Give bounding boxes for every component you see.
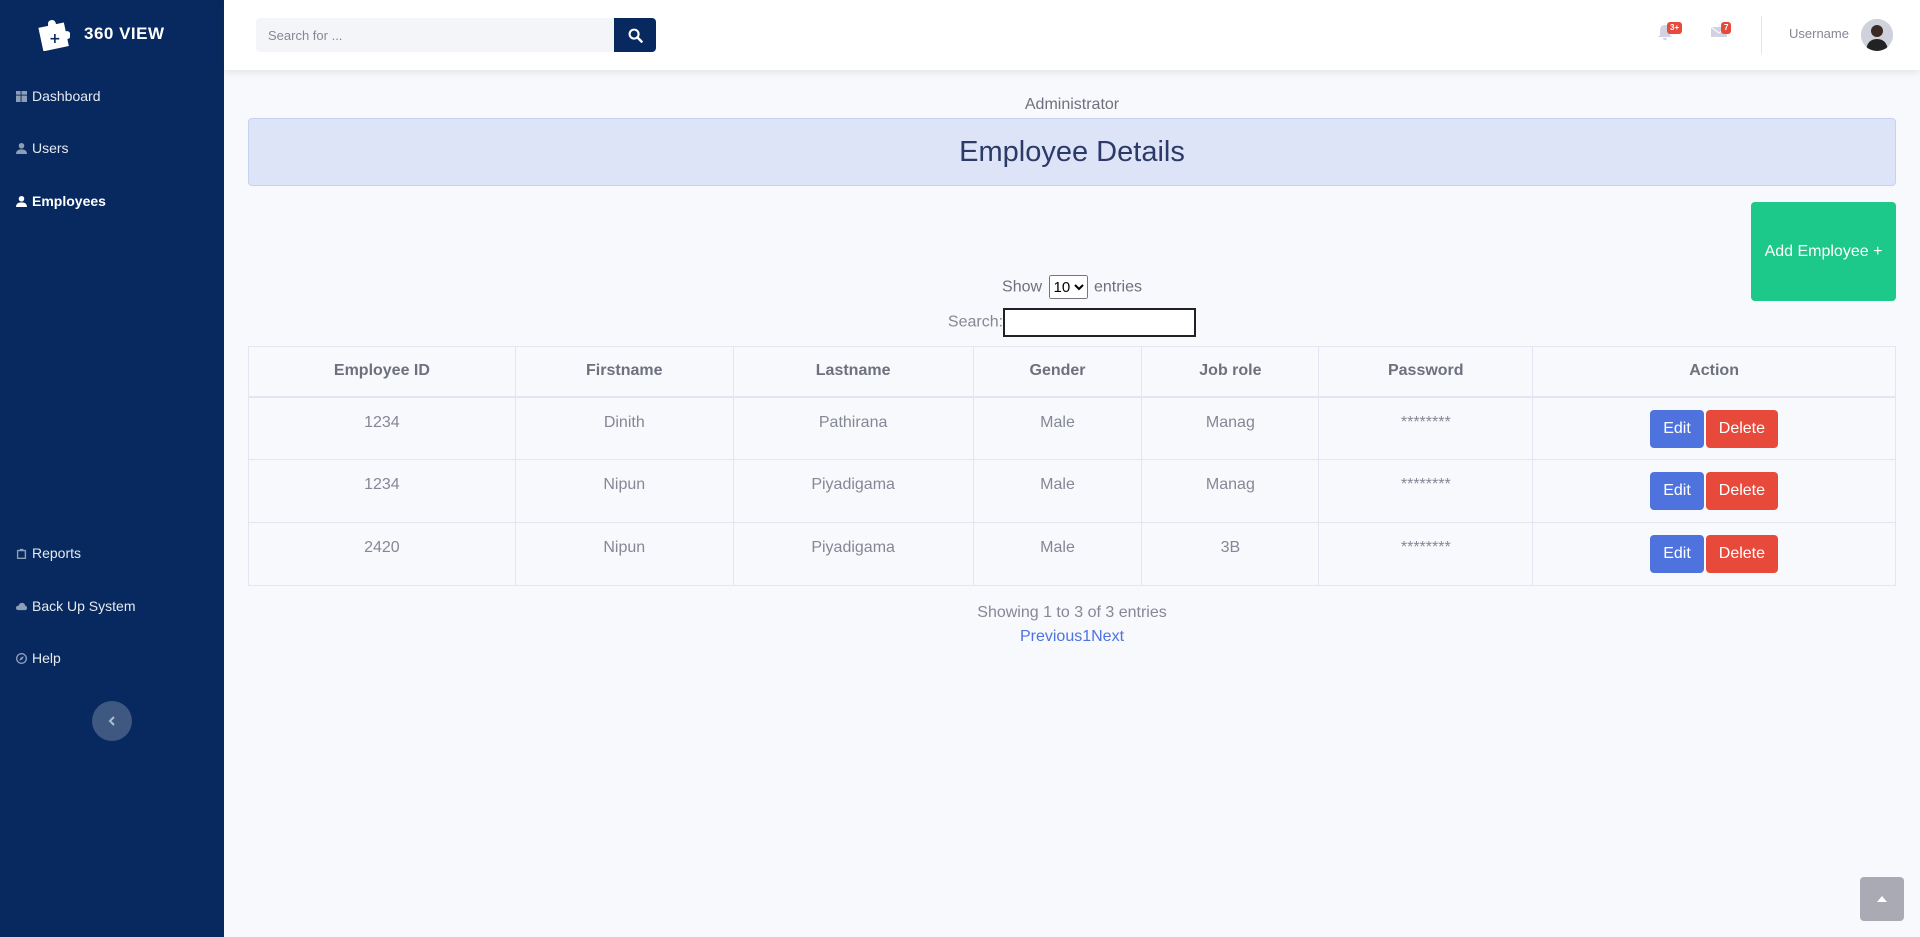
cell-firstname: Nipun: [514, 522, 734, 586]
sidebar-item-label: Reports: [32, 545, 82, 561]
sidebar: + 360 VIEW Dashboard Users Employees Rep…: [0, 0, 224, 937]
cell-action: Edit Delete: [1532, 522, 1896, 586]
pagination-next[interactable]: Next: [1091, 628, 1124, 645]
pagination-page-1[interactable]: 1: [1082, 628, 1091, 645]
cell-lastname: Piyadigama: [732, 459, 974, 523]
brand-name: 360 VIEW: [84, 24, 165, 43]
search-icon: [628, 28, 643, 43]
table-search-input[interactable]: [1003, 308, 1197, 337]
delete-button[interactable]: Delete: [1705, 409, 1779, 448]
avatar-image: [1861, 19, 1893, 51]
svg-text:+: +: [49, 31, 61, 47]
column-header-employee-id[interactable]: Employee ID: [248, 346, 516, 398]
cell-job-role: 3B: [1141, 522, 1320, 586]
cell-password: ********: [1318, 459, 1534, 523]
cell-password: ********: [1318, 396, 1534, 460]
sidebar-item-help[interactable]: Help: [16, 650, 61, 666]
delete-button[interactable]: Delete: [1705, 535, 1779, 573]
cell-employee-id: 1234: [248, 459, 516, 523]
chevron-up-icon: [1877, 896, 1887, 902]
scroll-to-top-button[interactable]: [1860, 877, 1904, 921]
table-search-label: Search:: [947, 313, 1004, 331]
sidebar-item-dashboard[interactable]: Dashboard: [16, 88, 101, 104]
column-header-action: Action: [1532, 346, 1896, 398]
brand[interactable]: + 360 VIEW: [36, 14, 165, 54]
delete-button[interactable]: Delete: [1705, 472, 1779, 510]
cell-password: ********: [1318, 522, 1534, 586]
sidebar-item-label: Back Up System: [32, 598, 136, 614]
cloud-icon: [16, 602, 27, 610]
sidebar-toggle-button[interactable]: [92, 701, 132, 741]
page-title-banner: Employee Details: [248, 118, 1896, 186]
alerts-badge: 3+: [1667, 22, 1683, 34]
table-row: 1234 Nipun Piyadigama Male Manag *******…: [248, 459, 1896, 523]
sidebar-item-employees[interactable]: Employees: [16, 193, 106, 209]
puzzle-logo-icon: +: [38, 19, 70, 51]
user-icon: [16, 142, 27, 154]
pagination: Previous1Next: [248, 628, 1896, 646]
page-length-control: Show 10 entries: [248, 275, 1896, 299]
topbar: 3+ 7 Username: [224, 0, 1920, 70]
column-header-firstname[interactable]: Firstname: [514, 346, 734, 398]
avatar[interactable]: [1861, 19, 1893, 51]
table-info: Showing 1 to 3 of 3 entries: [977, 604, 1167, 621]
page-title: Employee Details: [959, 135, 1185, 168]
sidebar-item-label: Help: [32, 650, 61, 666]
column-header-gender[interactable]: Gender: [972, 346, 1143, 398]
compass-icon: [16, 652, 27, 664]
page-length-select[interactable]: 10: [1048, 275, 1088, 299]
sidebar-item-reports[interactable]: Reports: [16, 545, 81, 561]
pagination-previous[interactable]: Previous: [1020, 628, 1082, 645]
sidebar-item-label: Dashboard: [32, 88, 101, 104]
dashboard-icon: [16, 90, 27, 102]
search-input[interactable]: [256, 18, 614, 52]
messages-button[interactable]: 7: [1710, 22, 1732, 44]
chevron-left-icon: [108, 716, 115, 726]
cell-lastname: Pathirana: [732, 396, 974, 460]
clipboard-icon: [16, 548, 27, 559]
role-label: Administrator: [1024, 96, 1120, 113]
sidebar-item-label: Employees: [32, 193, 106, 209]
cell-gender: Male: [972, 522, 1143, 586]
cell-job-role: Manag: [1141, 396, 1320, 460]
edit-button[interactable]: Edit: [1650, 535, 1704, 573]
cell-firstname: Nipun: [514, 459, 734, 523]
column-header-password[interactable]: Password: [1318, 346, 1534, 398]
table-header-row: Employee ID Firstname Lastname Gender Jo…: [248, 346, 1896, 398]
topbar-divider: [1761, 16, 1762, 54]
cell-firstname: Dinith: [514, 396, 734, 460]
user-name[interactable]: Username: [1789, 26, 1849, 41]
table-row: 2420 Nipun Piyadigama Male 3B ******** E…: [248, 522, 1896, 586]
search-button[interactable]: [614, 18, 656, 52]
messages-badge: 7: [1721, 22, 1732, 34]
cell-gender: Male: [972, 459, 1143, 523]
topbar-search: [256, 18, 656, 52]
employee-table: Employee ID Firstname Lastname Gender Jo…: [248, 346, 1896, 586]
alerts-button[interactable]: 3+: [1657, 22, 1683, 44]
edit-button[interactable]: Edit: [1650, 409, 1704, 448]
table-row: 1234 Dinith Pathirana Male Manag *******…: [248, 396, 1896, 460]
sidebar-item-backup[interactable]: Back Up System: [16, 598, 135, 614]
column-header-lastname[interactable]: Lastname: [732, 346, 974, 398]
cell-job-role: Manag: [1141, 459, 1320, 523]
entries-label: entries: [1093, 278, 1142, 296]
user-icon: [16, 195, 27, 207]
cell-employee-id: 1234: [248, 396, 516, 460]
cell-action: Edit Delete: [1532, 459, 1896, 523]
cell-action: Edit Delete: [1532, 396, 1896, 460]
table-search: Search:: [248, 308, 1896, 337]
sidebar-item-label: Users: [32, 140, 69, 156]
cell-lastname: Piyadigama: [732, 522, 974, 586]
edit-button[interactable]: Edit: [1650, 472, 1704, 510]
cell-employee-id: 2420: [248, 522, 516, 586]
column-header-job-role[interactable]: Job role: [1141, 346, 1320, 398]
sidebar-item-users[interactable]: Users: [16, 140, 69, 156]
cell-gender: Male: [972, 396, 1143, 460]
show-label: Show: [1002, 278, 1043, 296]
